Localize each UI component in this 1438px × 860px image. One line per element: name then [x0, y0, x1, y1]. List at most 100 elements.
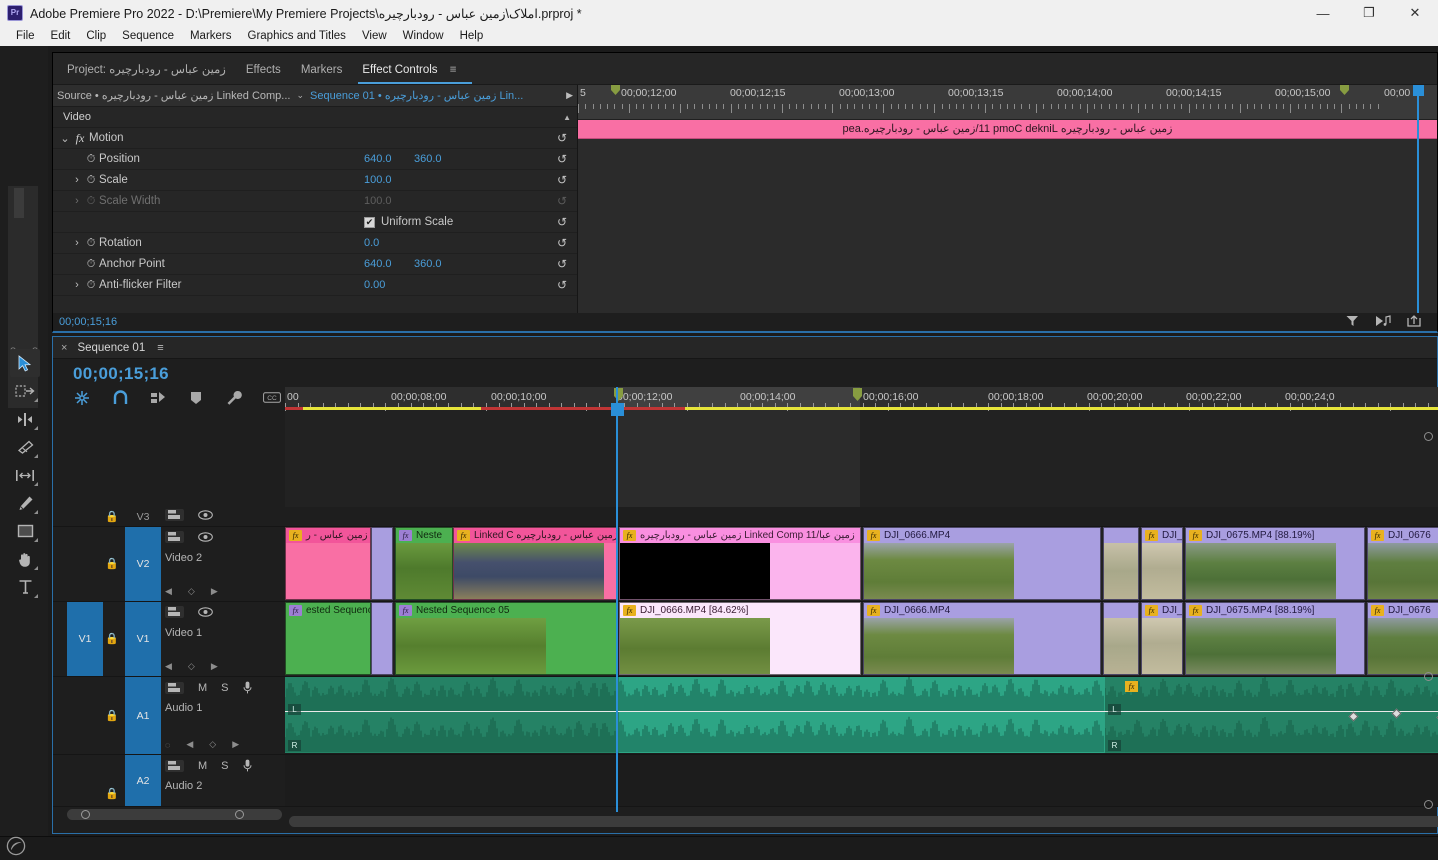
timeline-clip[interactable]: fx DJI_0676 — [1367, 602, 1438, 675]
track-output-icon[interactable] — [165, 606, 184, 618]
reset-property-icon[interactable]: ↺ — [557, 257, 567, 271]
timeline-horizontal-scrollbar[interactable] — [289, 816, 1438, 827]
uniform-scale-checkbox[interactable]: ✔ — [364, 216, 375, 228]
timeline-clip[interactable]: fx DJI_0675.MP4 [88.19%] — [1185, 602, 1365, 675]
timeline-clip[interactable]: fx Nested Sequence 05 — [395, 602, 618, 675]
close-sequence-icon[interactable]: × — [61, 342, 67, 354]
timeline-clip[interactable] — [1103, 602, 1139, 675]
audio-preview-icon[interactable] — [1375, 314, 1391, 330]
disclosure-triangle-icon[interactable]: › — [71, 237, 83, 249]
stopwatch-icon[interactable]: ⏱ — [83, 153, 99, 166]
audio-clip[interactable]: LR — [285, 677, 619, 753]
stopwatch-icon[interactable]: ⏱ — [83, 237, 99, 250]
tab-effects[interactable]: Effects — [242, 60, 297, 84]
tab-project[interactable]: Project: زمین عباس - رودبارچیره — [63, 58, 242, 84]
lane-a1[interactable]: L R L Rfx — [285, 677, 1438, 755]
minimize-button[interactable]: — — [1300, 0, 1346, 26]
property-value-x[interactable]: 640.0 — [364, 153, 392, 165]
playhead-knob[interactable] — [1413, 85, 1424, 96]
track-output-icon[interactable] — [165, 759, 184, 772]
timeline-clip[interactable]: fx زمین عبا/Linked Comp 11 زمین عباس - رو… — [619, 527, 861, 600]
lane-v1[interactable]: fxested Sequence 04 fxNested Sequence 05 f… — [285, 602, 1438, 677]
creative-cloud-icon[interactable] — [6, 836, 28, 858]
tab-effect-controls[interactable]: Effect Controls ≡ — [358, 60, 473, 84]
menu-graphics-and-titles[interactable]: Graphics and Titles — [240, 28, 354, 44]
solo-track-button[interactable]: S — [221, 682, 228, 694]
render-bar-yellow-left[interactable] — [303, 407, 481, 410]
menu-view[interactable]: View — [354, 28, 395, 44]
volume-rubber-band[interactable] — [1105, 711, 1438, 712]
property-row-scale[interactable]: › ⏱ Scale 100.0 ↺ — [53, 170, 577, 191]
disclosure-triangle-icon[interactable]: › — [71, 174, 83, 186]
property-value[interactable]: 0.0 — [364, 237, 379, 249]
property-value[interactable]: 0.00 — [364, 279, 385, 291]
effect-controls-playhead[interactable] — [1413, 85, 1424, 333]
effect-controls-timeline[interactable]: 5 00;00;12;00 00;00;12;15 00;00;13;00 00… — [578, 85, 1437, 333]
type-tool[interactable] — [10, 573, 40, 601]
snap-icon[interactable] — [111, 389, 129, 406]
playhead-knob[interactable] — [611, 403, 624, 416]
collapse-triangle-icon[interactable]: ▲ — [563, 113, 571, 122]
track-select-forward-tool[interactable] — [10, 377, 40, 405]
scrollbar-thumb[interactable] — [289, 816, 1438, 827]
scrollbar-right-handle[interactable] — [235, 810, 244, 819]
timeline-playhead-timecode[interactable]: 00;00;15;16 — [73, 364, 169, 384]
source-patch-v1[interactable]: V1 — [67, 602, 103, 676]
stopwatch-icon[interactable]: ⏱ — [83, 174, 99, 187]
volume-rubber-band[interactable] — [285, 711, 619, 712]
reset-effect-icon[interactable]: ↺ — [557, 131, 567, 145]
lock-icon[interactable]: 🔒 — [105, 632, 119, 645]
next-keyframe-icon[interactable]: ▶ — [232, 739, 239, 750]
timeline-clip[interactable]: fx ested Sequence 04 — [285, 602, 371, 675]
add-keyframe-icon[interactable]: ◇ — [188, 586, 195, 597]
lock-icon[interactable]: 🔒 — [105, 709, 119, 722]
property-value[interactable]: 100.0 — [364, 174, 392, 186]
slip-tool[interactable] — [10, 461, 40, 489]
track-visibility-eye-icon[interactable] — [198, 510, 213, 520]
effect-clip-bar[interactable]: زمین عباس - رودبارچیره Linked Comp 11/زم… — [578, 120, 1437, 139]
rectangle-tool[interactable] — [10, 517, 40, 545]
vertical-zoom-handle-mid-icon[interactable] — [1424, 672, 1433, 681]
timeline-clip[interactable]: fx DJI_0676 — [1367, 527, 1438, 600]
disclosure-triangle-icon[interactable]: › — [71, 195, 83, 207]
timeline-clip[interactable]: fx زمین عباس - ر — [285, 527, 371, 600]
mute-track-button[interactable]: M — [198, 760, 207, 772]
ripple-edit-tool[interactable] — [10, 405, 40, 433]
pen-tool[interactable] — [10, 489, 40, 517]
timeline-clip[interactable] — [371, 602, 393, 675]
track-name-badge[interactable]: A2 — [125, 755, 161, 806]
solo-track-button[interactable]: S — [221, 760, 228, 772]
timeline-panel-menu-icon[interactable]: ≡ — [157, 342, 163, 354]
timeline-clip[interactable]: fx DJI_0675.MP4 [88.19%] — [1185, 527, 1365, 600]
disclosure-triangle-icon[interactable]: › — [71, 279, 83, 291]
timeline-clip[interactable]: fx DJI_0666.MP4 — [863, 527, 1101, 600]
menu-window[interactable]: Window — [395, 28, 452, 44]
effect-motion-header[interactable]: ⌄ fx Motion ↺ — [53, 128, 577, 149]
lock-icon[interactable]: 🔒 — [105, 557, 119, 570]
work-area-marker-out-icon[interactable] — [1340, 85, 1349, 95]
scrollbar-thumb[interactable] — [67, 809, 282, 820]
timeline-clip[interactable]: fx DJI_ — [1141, 602, 1183, 675]
lane-v3[interactable] — [285, 507, 1438, 527]
timeline-ruler[interactable]: 00 00;00;08;00 00;00;10;00 00;00;12;00 0… — [285, 387, 1438, 411]
audio-clip[interactable]: L Rfx — [1105, 677, 1438, 753]
next-keyframe-icon[interactable]: ▶ — [211, 661, 218, 672]
next-keyframe-icon[interactable]: ▶ — [211, 586, 218, 597]
reset-property-icon[interactable]: ↺ — [557, 215, 567, 229]
lane-v2[interactable]: fx زمین عباس - ر fx Neste fx زمین عباس - رودب… — [285, 527, 1438, 602]
vertical-zoom-handle-bottom-icon[interactable] — [1424, 800, 1433, 809]
property-row-anchor-point[interactable]: ⏱ Anchor Point 640.0 360.0 ↺ — [53, 254, 577, 275]
scrollbar-left-handle[interactable] — [81, 810, 90, 819]
previous-keyframe-icon[interactable]: ◀ — [186, 739, 193, 750]
track-output-icon[interactable] — [165, 509, 184, 521]
track-name-badge[interactable]: V3 — [125, 507, 161, 526]
volume-rubber-band[interactable] — [619, 711, 1105, 712]
linked-selection-icon[interactable] — [149, 389, 167, 406]
close-button[interactable]: ✕ — [1392, 0, 1438, 26]
timeline-clip[interactable]: fx زمین عباس - رودبارچیره Linked C — [453, 527, 618, 600]
property-row-rotation[interactable]: › ⏱ Rotation 0.0 ↺ — [53, 233, 577, 254]
track-visibility-eye-icon[interactable] — [198, 607, 213, 617]
lock-icon[interactable]: 🔒 — [105, 787, 119, 800]
add-marker-icon[interactable] — [187, 389, 205, 406]
filter-icon[interactable] — [1346, 315, 1359, 330]
